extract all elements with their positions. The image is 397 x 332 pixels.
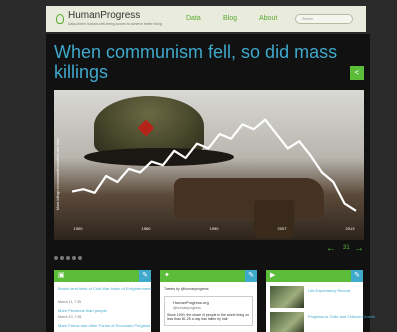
twitter-icon: ✦ bbox=[164, 272, 170, 279]
trend-line-chart: 1900 1960 1990 2007 2013 bbox=[71, 118, 357, 231]
x-tick-label: 1990 bbox=[210, 226, 220, 231]
site-logo-name[interactable]: HumanProgress bbox=[68, 10, 140, 21]
youtube-icon: ▶ bbox=[270, 272, 276, 279]
hero-image: 1900 1960 1990 2007 2013 Mass killings in co… bbox=[54, 90, 364, 240]
slide-dot[interactable] bbox=[72, 256, 76, 260]
card-edit-button[interactable]: ✎ bbox=[139, 270, 151, 282]
blog-date: March 11, 7:35 bbox=[58, 300, 82, 304]
slide-dot[interactable] bbox=[66, 256, 70, 260]
x-tick-label: 2013 bbox=[346, 226, 356, 231]
blog-link[interactable]: More Farms and other Forms of Economic P… bbox=[58, 323, 150, 328]
card-edit-button[interactable]: ✎ bbox=[351, 270, 363, 282]
slide-dot[interactable] bbox=[78, 256, 82, 260]
blog-link[interactable]: Books lend hints of Cold War Index of En… bbox=[58, 286, 151, 291]
tweet-author[interactable]: HumanProgress.org bbox=[173, 300, 209, 305]
site-tagline: Data-driven human-well-being scores to a… bbox=[68, 22, 162, 26]
blog-date: March 10, 7:35 bbox=[58, 315, 82, 319]
blog-icon: ▣ bbox=[58, 272, 65, 279]
card-header: ✦ bbox=[160, 270, 245, 282]
page-title: When communism fell, so did mass killing… bbox=[54, 42, 338, 82]
card-header: ▣ bbox=[54, 270, 139, 282]
video-thumbnail[interactable] bbox=[270, 312, 304, 332]
tweet-handle: @humanprogress bbox=[173, 306, 201, 310]
slide-dot[interactable] bbox=[54, 256, 58, 260]
share-icon: < bbox=[354, 68, 360, 77]
chart-y-label: Mass killings in communist countries ove… bbox=[56, 138, 60, 210]
tweet[interactable]: HumanProgress.org @humanprogress Since 1… bbox=[164, 296, 253, 326]
nav-link-data[interactable]: Data bbox=[186, 15, 201, 22]
main-content: When communism fell, so did mass killing… bbox=[46, 34, 375, 332]
video-thumbnail[interactable] bbox=[270, 286, 304, 308]
share-button[interactable]: < bbox=[350, 66, 364, 80]
prev-arrow-icon[interactable]: ← bbox=[326, 243, 336, 254]
blog-link[interactable]: More Pensions than people bbox=[58, 308, 107, 313]
x-tick-label: 1960 bbox=[142, 226, 152, 231]
next-arrow-icon[interactable]: → bbox=[354, 243, 364, 254]
search-input[interactable]: Search bbox=[295, 14, 353, 24]
top-navbar: HumanProgress Data-driven human-well-bei… bbox=[46, 6, 366, 32]
card-header: ▶ bbox=[266, 270, 351, 282]
x-tick-label: 2007 bbox=[278, 226, 288, 231]
series-line bbox=[71, 118, 357, 212]
tweet-text: Since 1990, the share of people in the w… bbox=[167, 313, 250, 321]
x-tick-label: 1900 bbox=[74, 226, 84, 231]
logo-icon[interactable] bbox=[56, 14, 64, 24]
card-edit-button[interactable]: ✎ bbox=[245, 270, 257, 282]
video-title[interactable]: Life Expectancy Record bbox=[308, 288, 350, 293]
nav-link-blog[interactable]: Blog bbox=[223, 15, 237, 22]
blog-card: ▣ ✎ Books lend hints of Cold War Index o… bbox=[54, 270, 151, 332]
video-title[interactable]: Progress in Chile and Chilean Growth bbox=[308, 314, 375, 319]
nav-link-about[interactable]: About bbox=[259, 15, 277, 22]
twitter-card: ✦ ✎ Tweets by @humanprogress HumanProgre… bbox=[160, 270, 257, 332]
slide-dot[interactable] bbox=[60, 256, 64, 260]
slide-dots bbox=[54, 247, 84, 265]
slide-number: 31 bbox=[343, 245, 350, 251]
youtube-card: ▶ ✎ Life Expectancy Record Progress in C… bbox=[266, 270, 375, 332]
twitter-feed-title: Tweets by @humanprogress bbox=[164, 287, 209, 291]
